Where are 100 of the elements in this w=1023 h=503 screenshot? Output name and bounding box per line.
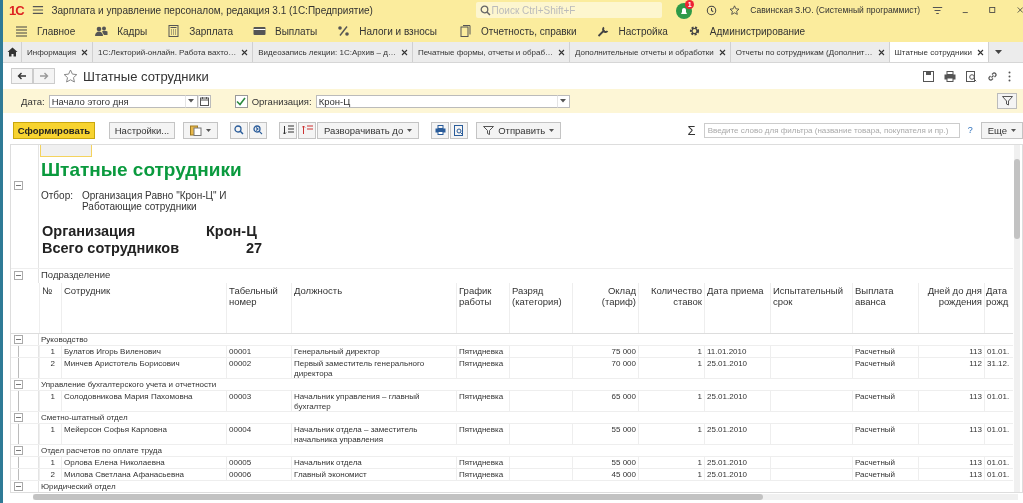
find-next-button[interactable] [249, 121, 267, 139]
table-cell: 11.01.2010 [707, 347, 747, 356]
preview-icon[interactable] [966, 70, 977, 82]
maximize-icon[interactable] [987, 5, 997, 15]
summary-label: Всего сотрудников [42, 240, 181, 256]
form-title: Штатные сотрудники [83, 68, 209, 84]
table-cell: Расчетный [855, 425, 896, 434]
caret-icon[interactable] [994, 49, 1002, 55]
table-cell: Пятидневка [459, 359, 504, 368]
table-cell: 1 [697, 425, 702, 434]
filter-label: Отбор: [41, 190, 73, 203]
find-button[interactable] [230, 121, 248, 139]
table-cell: Булатов Игорь Виленович [64, 347, 161, 356]
collapse-icon[interactable] [14, 413, 23, 422]
scrollbar-thumb[interactable] [33, 494, 763, 500]
organization-checkbox[interactable] [234, 94, 248, 108]
table-cell: 00002 [229, 359, 252, 368]
settings-button[interactable]: Настройки... [109, 121, 175, 139]
star-icon[interactable] [63, 68, 78, 84]
report-search-field[interactable]: Введите слово для фильтра (название товара, покупателя и пр.) [703, 122, 960, 138]
table-cell: 2 [50, 470, 55, 479]
more-icon[interactable] [1008, 70, 1011, 82]
section-menu-item[interactable]: Администрирование [687, 25, 806, 37]
collapse-icon[interactable] [14, 482, 23, 491]
group-name: Юридический отдел [40, 481, 117, 492]
section-menu-item[interactable]: Настройка [596, 25, 668, 37]
table-cell: Первый заместитель генерального директора [294, 359, 425, 378]
caret-icon [206, 128, 211, 132]
search-field[interactable]: Поиск Ctrl+Shift+F [475, 2, 662, 18]
save-icon[interactable] [923, 70, 934, 82]
filter-text: Организация Равно "Крон-Ц" И Работающие сотрудники [82, 190, 228, 212]
star-icon[interactable] [729, 3, 741, 17]
organization-field[interactable]: Крон-Ц [315, 94, 557, 108]
print-icon [434, 125, 446, 135]
expand-to-button[interactable]: Разворачивать до [317, 121, 420, 139]
sum-label[interactable]: Σ [687, 122, 696, 138]
funnel-icon [1001, 96, 1013, 106]
collapse-icon[interactable] [14, 335, 23, 344]
close-icon[interactable] [81, 48, 88, 56]
table-cell: 25.01.2010 [707, 359, 748, 368]
collapse-icon[interactable] [14, 181, 23, 190]
section-menu-item[interactable]: Главное [15, 25, 76, 37]
table-cell: 01.01. [987, 347, 1010, 356]
more-button[interactable]: Еще [980, 121, 1023, 139]
print-button[interactable] [431, 121, 450, 139]
calendar-icon [199, 96, 209, 106]
close-icon[interactable] [241, 48, 249, 56]
close-icon[interactable] [976, 48, 984, 56]
table-cell: Пятидневка [459, 392, 504, 401]
table-cell: 65 000 [611, 392, 636, 401]
report-title: Штатные сотрудники [41, 159, 243, 181]
close-icon[interactable] [877, 48, 885, 56]
table-cell: 113 [969, 470, 982, 479]
collapse-icon[interactable] [14, 380, 23, 389]
table-cell: Милова Светлана Афанасьевна [64, 470, 185, 479]
close-icon[interactable] [400, 48, 408, 56]
collapse-icon[interactable] [14, 446, 23, 455]
back-button[interactable] [11, 68, 33, 84]
section-menu-item[interactable]: Кадры [95, 25, 148, 37]
table-cell: Расчетный [855, 458, 896, 467]
notification-bell-icon[interactable] [675, 3, 692, 19]
list-icon [15, 25, 28, 37]
scrollbar-thumb[interactable] [1014, 159, 1020, 239]
table-cell: 75 000 [611, 347, 636, 356]
table-cell: Главный экономист [294, 470, 367, 479]
help-link[interactable]: ? [967, 125, 973, 135]
close-icon[interactable] [718, 48, 726, 56]
search-next-icon [253, 125, 263, 135]
search-icon [479, 5, 491, 16]
section-menu-item[interactable]: Выплаты [253, 25, 318, 37]
preview-icon [454, 124, 465, 136]
table-cell: 25.01.2010 [707, 392, 748, 401]
print-icon[interactable] [944, 70, 956, 82]
column-header: Разряд (категория) [509, 283, 572, 333]
close-icon[interactable] [558, 48, 566, 56]
menu-icon[interactable] [31, 4, 44, 16]
people-icon [95, 25, 109, 37]
section-menu-item[interactable]: Зарплата [167, 25, 233, 37]
history-icon[interactable] [706, 3, 718, 17]
variants-button[interactable] [183, 121, 218, 139]
search-icon [234, 125, 244, 135]
collapse-icon[interactable] [14, 271, 23, 280]
collapse-all-button[interactable] [298, 121, 316, 139]
user-name[interactable]: Савинская З.Ю. (Системный программист) [750, 5, 921, 15]
column-header: Дней до дня рождения [918, 283, 984, 333]
preview-button[interactable] [450, 121, 469, 139]
filter-menu-icon[interactable] [932, 4, 944, 16]
card-icon [253, 25, 266, 37]
section-menu-item[interactable]: Отчетность, справки [458, 25, 577, 37]
date-field[interactable]: Начало этого дня [48, 94, 185, 108]
filter-button[interactable] [997, 93, 1017, 109]
link-icon[interactable] [987, 70, 998, 82]
tree-line [18, 391, 19, 411]
section-menu-item[interactable]: Налоги и взносы [337, 25, 437, 37]
column-header: Выплата аванса [852, 283, 918, 333]
generate-button[interactable]: Сформировать [13, 121, 95, 139]
expand-all-button[interactable] [279, 121, 297, 139]
tab[interactable]: Штатные сотрудники [889, 42, 989, 62]
send-button[interactable]: Отправить [476, 121, 562, 139]
clipboard-icon [190, 124, 202, 136]
